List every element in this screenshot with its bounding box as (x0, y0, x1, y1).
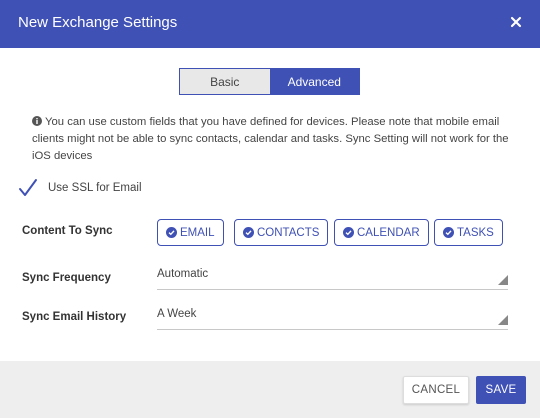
chip-label: CALENDAR (357, 226, 420, 239)
sync-frequency-select[interactable]: Automatic (157, 268, 508, 290)
sync-contacts-toggle[interactable]: CONTACTS (234, 219, 329, 246)
use-ssl-label: Use SSL for Email (48, 182, 142, 194)
sync-email-toggle[interactable]: EMAIL (157, 219, 224, 246)
use-ssl-checkbox[interactable]: Use SSL for Email (18, 178, 142, 198)
checkmark-icon (18, 178, 38, 198)
dropdown-arrow-icon (498, 275, 508, 285)
chip-label: CONTACTS (257, 226, 320, 239)
check-circle-icon (343, 227, 354, 238)
sync-email-history-value: A Week (157, 308, 197, 320)
sync-email-history-label: Sync Email History (22, 311, 127, 323)
tab-advanced[interactable]: Advanced (269, 69, 359, 94)
save-button[interactable]: SAVE (476, 376, 526, 404)
dialog-title: New Exchange Settings (18, 14, 178, 31)
chip-label: EMAIL (180, 226, 215, 239)
dialog-header: New Exchange Settings (0, 0, 540, 48)
info-message: You can use custom fields that you have … (32, 114, 512, 165)
sync-calendar-toggle[interactable]: CALENDAR (334, 219, 429, 246)
dialog-footer: CANCEL SAVE (0, 361, 540, 418)
tab-basic[interactable]: Basic (180, 69, 270, 94)
check-circle-icon (243, 227, 254, 238)
info-icon (32, 116, 42, 126)
cancel-button[interactable]: CANCEL (403, 376, 469, 404)
close-button[interactable] (506, 12, 526, 32)
close-icon (506, 16, 526, 36)
check-circle-icon (443, 227, 454, 238)
sync-frequency-value: Automatic (157, 268, 209, 280)
exchange-settings-dialog: New Exchange Settings Basic Advanced You… (0, 0, 540, 418)
content-to-sync-label: Content To Sync (22, 225, 113, 237)
sync-frequency-label: Sync Frequency (22, 272, 111, 284)
dropdown-arrow-icon (498, 315, 508, 325)
info-text: You can use custom fields that you have … (32, 116, 509, 162)
sync-tasks-toggle[interactable]: TASKS (434, 219, 503, 246)
chip-label: TASKS (457, 226, 494, 239)
settings-tabs: Basic Advanced (179, 68, 360, 95)
check-circle-icon (166, 227, 177, 238)
sync-email-history-select[interactable]: A Week (157, 308, 508, 330)
